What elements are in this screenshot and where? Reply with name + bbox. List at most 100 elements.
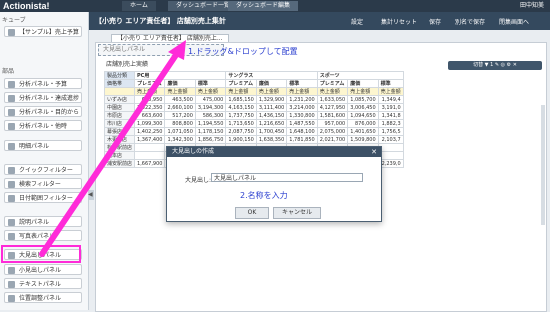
panel-icon (8, 123, 15, 130)
tool-item[interactable]: テキストパネル (4, 278, 82, 289)
measure-header: 売上金額 (194, 87, 227, 96)
cell-value: 1,099,300 (134, 119, 166, 128)
annotation-step1: 1.ドラッグ&ドロップして配置 (188, 47, 298, 56)
cube-icon (8, 29, 15, 36)
store-name: 中園店 (103, 103, 136, 112)
tool-item[interactable]: クイックフィルター (4, 164, 82, 175)
measure-header: 売上金額 (255, 87, 288, 96)
cell-value: 1,700,450 (255, 127, 288, 136)
dialog-title: 大見出しの作成 (167, 147, 381, 157)
subgroup-header: 廉価 (255, 79, 288, 88)
parts-section-label: 部品 (2, 68, 15, 75)
part-item[interactable]: 分析パネル・目的から (4, 106, 82, 117)
cell-value: 1,367,400 (134, 135, 166, 144)
cell-value: 1,648,100 (286, 127, 318, 136)
cell-value (134, 151, 166, 160)
save-button[interactable]: 保存 (429, 17, 441, 26)
cell-value: 1,737,750 (225, 111, 257, 120)
group-header: PC用 (134, 71, 227, 80)
ok-button[interactable]: OK (235, 207, 269, 219)
tool-item[interactable]: 説明パネル (4, 216, 82, 227)
nav-dashboard-edit[interactable]: ダッシュボード編集 (228, 1, 299, 11)
image-icon (8, 233, 15, 240)
cell-value: 957,000 (316, 119, 349, 128)
title-bar: 【小売り エリア責任者】 店舗別売上集計 設定 集計リセット 保存 別名で保存 … (89, 12, 550, 30)
app-logo: Actionista! (3, 1, 50, 11)
part-item[interactable]: 分析パネル・他時 (4, 120, 82, 131)
part-item[interactable]: 明細パネル (4, 140, 82, 151)
cell-value: 463,500 (164, 95, 196, 104)
cell-value: 1,756,5 (377, 127, 404, 136)
tool-item[interactable]: 写真表パネル (4, 230, 82, 241)
table-row: いずみ店 688,950 463,500 475,000 1,685,150 1,329,… (103, 95, 404, 104)
cell-value: 1,685,150 (225, 95, 257, 104)
cell-value: 1,085,700 (347, 95, 379, 104)
store-name: いずみ店 (103, 95, 136, 104)
nav-home[interactable]: ホーム (122, 1, 156, 11)
cell-value: 808,800 (164, 119, 196, 128)
panel-icon (8, 81, 15, 88)
store-name: 幕張店 (103, 127, 136, 136)
tool-item[interactable]: 検索フィルター (4, 178, 82, 189)
settings-button[interactable]: 設定 (351, 17, 363, 26)
filter-icon (8, 167, 15, 174)
table-icon (8, 143, 15, 150)
cell-value: 688,950 (134, 95, 166, 104)
cell-value (134, 143, 166, 152)
subgroup-header: プレミアム (225, 79, 257, 88)
user-name[interactable]: 田中知美 (520, 0, 550, 12)
cell-value: 2,660,100 (164, 103, 196, 112)
tool-item[interactable]: 位置調整パネル (4, 292, 82, 303)
cancel-button[interactable]: キャンセル (273, 207, 321, 219)
panel-toolbar[interactable]: 切替 ▼ 1 ✎ ◎ ⚙ ✕ (448, 61, 542, 70)
page-title: 【小売り エリア責任者】 店舗別売上集計 (95, 17, 226, 25)
reset-button[interactable]: 集計リセット (381, 17, 417, 26)
table-row: 木更津店 1,367,400 1,342,300 1,856,750 1,900,150… (103, 135, 404, 144)
scrollbar[interactable] (541, 105, 545, 225)
cell-value: 1,436,150 (255, 111, 288, 120)
subgroup-header: 標準 (377, 79, 404, 88)
store-name: 木更津店 (103, 135, 136, 144)
store-name: 松戸駅前店 (103, 143, 136, 152)
cell-value: 1,071,050 (164, 127, 196, 136)
cell-value: 1,216,650 (255, 119, 288, 128)
cell-value: 3,191,0 (377, 103, 404, 112)
part-item[interactable]: 分析パネル・予算 (4, 78, 82, 89)
cell-value: 1,194,550 (194, 119, 227, 128)
cell-value: 1,882,3 (377, 119, 404, 128)
measure-corner (103, 87, 136, 96)
table-row: 幕張店 1,402,250 1,071,050 1,178,150 2,087,750 1… (103, 127, 404, 136)
subgroup-header: 標準 (286, 79, 318, 88)
measure-header: 売上金額 (377, 87, 404, 96)
heading-input[interactable]: 大見出しパネル (211, 173, 363, 182)
table-row: 市原店 663,600 517,200 586,300 1,737,750 1,436,1… (103, 111, 404, 120)
cell-value: 475,000 (194, 95, 227, 104)
close-edit-button[interactable]: 閉集画面へ (499, 17, 529, 26)
cell-value: 1,638,350 (255, 135, 288, 144)
cell-value: 1,330,800 (286, 111, 318, 120)
cell-value: 3,111,400 (255, 103, 288, 112)
cell-value: 1,329,900 (255, 95, 288, 104)
filter-icon (8, 181, 15, 188)
subgroup-header: 廉価 (164, 79, 196, 88)
tool-item[interactable]: 日付範囲フィルター (4, 192, 82, 203)
group-header: サングラス (225, 71, 318, 80)
measure-header: 売上金額 (134, 87, 166, 96)
measure-header: 売上金額 (225, 87, 257, 96)
close-icon[interactable]: ✕ (371, 148, 377, 156)
part-item[interactable]: 分析パネル・達成進捗 (4, 92, 82, 103)
tool-item[interactable]: 小見出しパネル (4, 264, 82, 275)
cell-value: 1,094,650 (347, 111, 379, 120)
cell-value: 3,214,000 (286, 103, 318, 112)
save-as-button[interactable]: 別名で保存 (455, 17, 485, 26)
measure-header: 売上金額 (286, 87, 318, 96)
cube-selector[interactable]: 【サンプル】売上予算 (4, 26, 82, 37)
cell-value: 663,600 (134, 111, 166, 120)
cell-value: 876,000 (347, 119, 379, 128)
cell-value: 1,856,750 (194, 135, 227, 144)
measure-header: 売上金額 (347, 87, 379, 96)
cell-value: 517,200 (164, 111, 196, 120)
cell-value: 1,342,300 (164, 135, 196, 144)
table-row: 中園店 3,022,350 2,660,100 3,194,300 4,163,150 3… (103, 103, 404, 112)
tab-row: 【小売り エリア責任者】 店舗別売上... (89, 30, 550, 43)
